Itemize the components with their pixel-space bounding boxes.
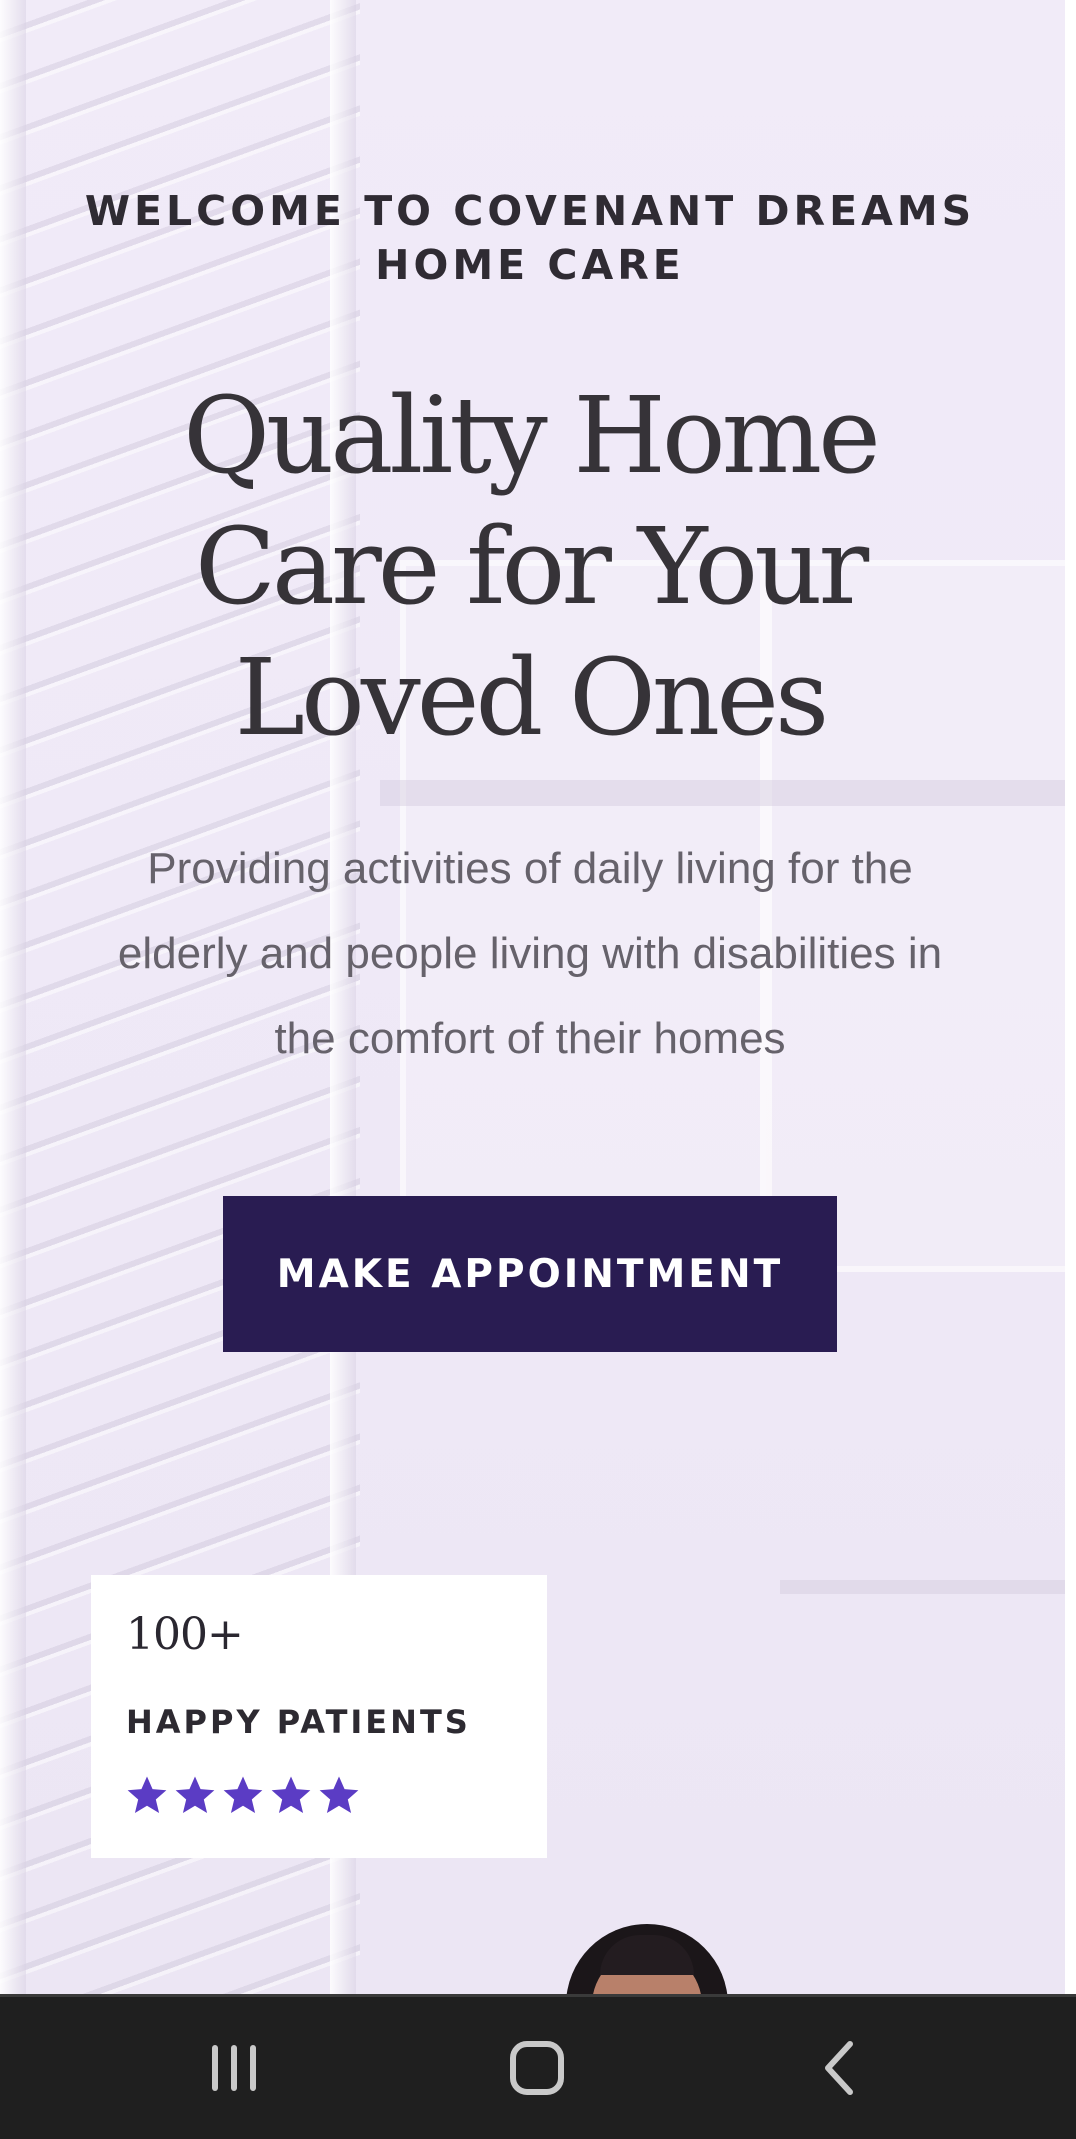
star-icon xyxy=(223,1776,263,1814)
back-icon xyxy=(825,2041,853,2095)
star-icon xyxy=(271,1776,311,1814)
hero-headline: Quality Home Care for Your Loved Ones xyxy=(183,374,881,759)
star-icon xyxy=(127,1776,167,1814)
welcome-eyebrow: WELCOME TO COVENANT DREAMS HOME CARE xyxy=(84,187,976,289)
happy-patients-card: 100+ HAPPY PATIENTS xyxy=(91,1575,547,1858)
background-window-rail xyxy=(380,780,1065,806)
recent-apps-button[interactable] xyxy=(164,1997,304,2139)
background-window-rail xyxy=(780,1580,1065,1594)
make-appointment-button[interactable]: MAKE APPOINTMENT xyxy=(223,1196,837,1352)
patients-label: HAPPY PATIENTS xyxy=(126,1703,471,1741)
hero-section: WELCOME TO COVENANT DREAMS HOME CARE Qua… xyxy=(0,0,1065,1994)
star-icon xyxy=(319,1776,359,1814)
home-button[interactable] xyxy=(467,1997,607,2139)
background-shutter-frame xyxy=(0,0,26,1994)
home-icon xyxy=(510,2041,564,2095)
recent-apps-icon xyxy=(212,2045,256,2091)
star-icon xyxy=(175,1776,215,1814)
system-navigation-bar xyxy=(0,1994,1076,2139)
back-button[interactable] xyxy=(770,1997,910,2139)
page-edge xyxy=(1065,0,1076,1994)
patients-count: 100+ xyxy=(126,1609,244,1660)
hero-subtitle: Providing activities of daily living for… xyxy=(117,844,943,1063)
star-rating xyxy=(124,1773,362,1819)
